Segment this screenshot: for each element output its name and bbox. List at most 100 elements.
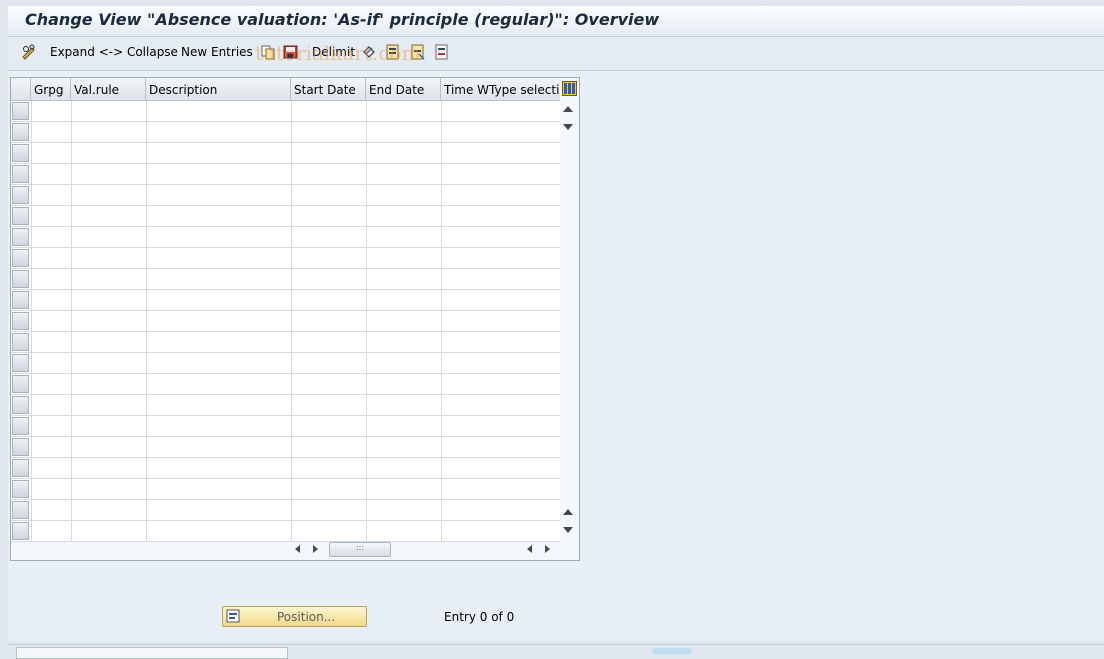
- column-header-grpg[interactable]: Grpg: [31, 78, 71, 100]
- table-row[interactable]: [11, 395, 560, 416]
- column-divider: [441, 227, 442, 247]
- column-divider: [31, 353, 32, 373]
- column-divider: [71, 206, 72, 226]
- row-selector[interactable]: [12, 228, 29, 246]
- column-divider: [71, 332, 72, 352]
- table-row[interactable]: [11, 206, 560, 227]
- entry-count: Entry 0 of 0: [444, 610, 515, 624]
- row-selector[interactable]: [12, 522, 29, 540]
- column-divider: [146, 122, 147, 142]
- column-header-val-rule[interactable]: Val.rule: [71, 78, 146, 100]
- table-row[interactable]: [11, 122, 560, 143]
- row-selector[interactable]: [12, 249, 29, 267]
- table-row[interactable]: [11, 269, 560, 290]
- vertical-scrollbar[interactable]: [560, 100, 577, 540]
- column-divider: [366, 227, 367, 247]
- table-row[interactable]: [11, 479, 560, 500]
- scroll-last-right-icon[interactable]: [545, 545, 550, 553]
- column-divider: [146, 269, 147, 289]
- row-selector[interactable]: [12, 438, 29, 456]
- row-selector[interactable]: [12, 102, 29, 120]
- select-block-icon[interactable]: [434, 44, 450, 60]
- horizontal-scroll-thumb[interactable]: :::: [329, 542, 391, 557]
- scroll-down-icon[interactable]: [563, 124, 573, 130]
- table-control: Grpg Val.rule Description Start Date End…: [10, 77, 580, 561]
- scroll-page-up-icon[interactable]: [563, 509, 573, 515]
- scroll-right-icon[interactable]: [313, 545, 318, 553]
- column-divider: [441, 395, 442, 415]
- row-selector[interactable]: [12, 501, 29, 519]
- row-selector[interactable]: [12, 354, 29, 372]
- column-divider: [71, 269, 72, 289]
- table-row[interactable]: [11, 164, 560, 185]
- row-selector[interactable]: [12, 165, 29, 183]
- column-divider: [441, 143, 442, 163]
- column-divider: [441, 164, 442, 184]
- column-divider: [366, 479, 367, 499]
- column-divider: [441, 521, 442, 541]
- table-row[interactable]: [11, 101, 560, 122]
- table-row[interactable]: [11, 521, 560, 542]
- row-selector[interactable]: [12, 480, 29, 498]
- column-divider: [291, 164, 292, 184]
- column-divider: [146, 395, 147, 415]
- column-divider: [71, 143, 72, 163]
- scroll-page-down-icon[interactable]: [563, 527, 573, 533]
- row-selector[interactable]: [12, 417, 29, 435]
- row-selector[interactable]: [12, 333, 29, 351]
- row-selector[interactable]: [12, 375, 29, 393]
- table-row[interactable]: [11, 332, 560, 353]
- column-divider: [31, 416, 32, 436]
- column-divider: [366, 290, 367, 310]
- horizontal-scrollbar[interactable]: :::: [289, 541, 559, 557]
- row-selector[interactable]: [12, 291, 29, 309]
- table-row[interactable]: [11, 458, 560, 479]
- column-divider: [146, 227, 147, 247]
- scroll-last-left-icon[interactable]: [527, 545, 532, 553]
- column-divider: [71, 437, 72, 457]
- expand-collapse-button[interactable]: Expand <-> Collapse: [50, 45, 178, 59]
- column-divider: [441, 479, 442, 499]
- position-button[interactable]: Position...: [222, 606, 367, 627]
- row-selector[interactable]: [12, 207, 29, 225]
- column-divider: [366, 311, 367, 331]
- new-entries-button[interactable]: New Entries: [181, 45, 253, 59]
- table-row[interactable]: [11, 374, 560, 395]
- column-divider: [31, 437, 32, 457]
- table-settings-icon[interactable]: [562, 81, 577, 96]
- table-row[interactable]: [11, 437, 560, 458]
- row-selector[interactable]: [12, 270, 29, 288]
- table-row[interactable]: [11, 227, 560, 248]
- column-divider: [291, 416, 292, 436]
- column-divider: [441, 101, 442, 121]
- table-row[interactable]: [11, 353, 560, 374]
- column-divider: [31, 269, 32, 289]
- table-row[interactable]: [11, 500, 560, 521]
- table-row[interactable]: [11, 416, 560, 437]
- column-header-time-wtype-selection[interactable]: Time WType selectio: [441, 78, 560, 100]
- row-selector[interactable]: [12, 144, 29, 162]
- row-selector[interactable]: [12, 312, 29, 330]
- table-row[interactable]: [11, 290, 560, 311]
- watermark: tutorialkart.com: [255, 41, 421, 65]
- column-header-end-date[interactable]: End Date: [366, 78, 441, 100]
- table-row[interactable]: [11, 185, 560, 206]
- column-divider: [441, 416, 442, 436]
- column-header-start-date[interactable]: Start Date: [291, 78, 366, 100]
- column-divider: [146, 290, 147, 310]
- scroll-left-icon[interactable]: [295, 545, 300, 553]
- table-row[interactable]: [11, 311, 560, 332]
- column-divider: [71, 311, 72, 331]
- row-selector[interactable]: [12, 186, 29, 204]
- scroll-up-icon[interactable]: [563, 106, 573, 112]
- row-selector[interactable]: [12, 396, 29, 414]
- row-selector[interactable]: [12, 459, 29, 477]
- table-row[interactable]: [11, 248, 560, 269]
- row-selector[interactable]: [12, 123, 29, 141]
- column-divider: [31, 374, 32, 394]
- column-divider: [441, 458, 442, 478]
- table-row[interactable]: [11, 143, 560, 164]
- column-header-description[interactable]: Description: [146, 78, 291, 100]
- select-all-rows-cell[interactable]: [11, 78, 31, 100]
- pencil-glasses-icon[interactable]: [21, 44, 37, 60]
